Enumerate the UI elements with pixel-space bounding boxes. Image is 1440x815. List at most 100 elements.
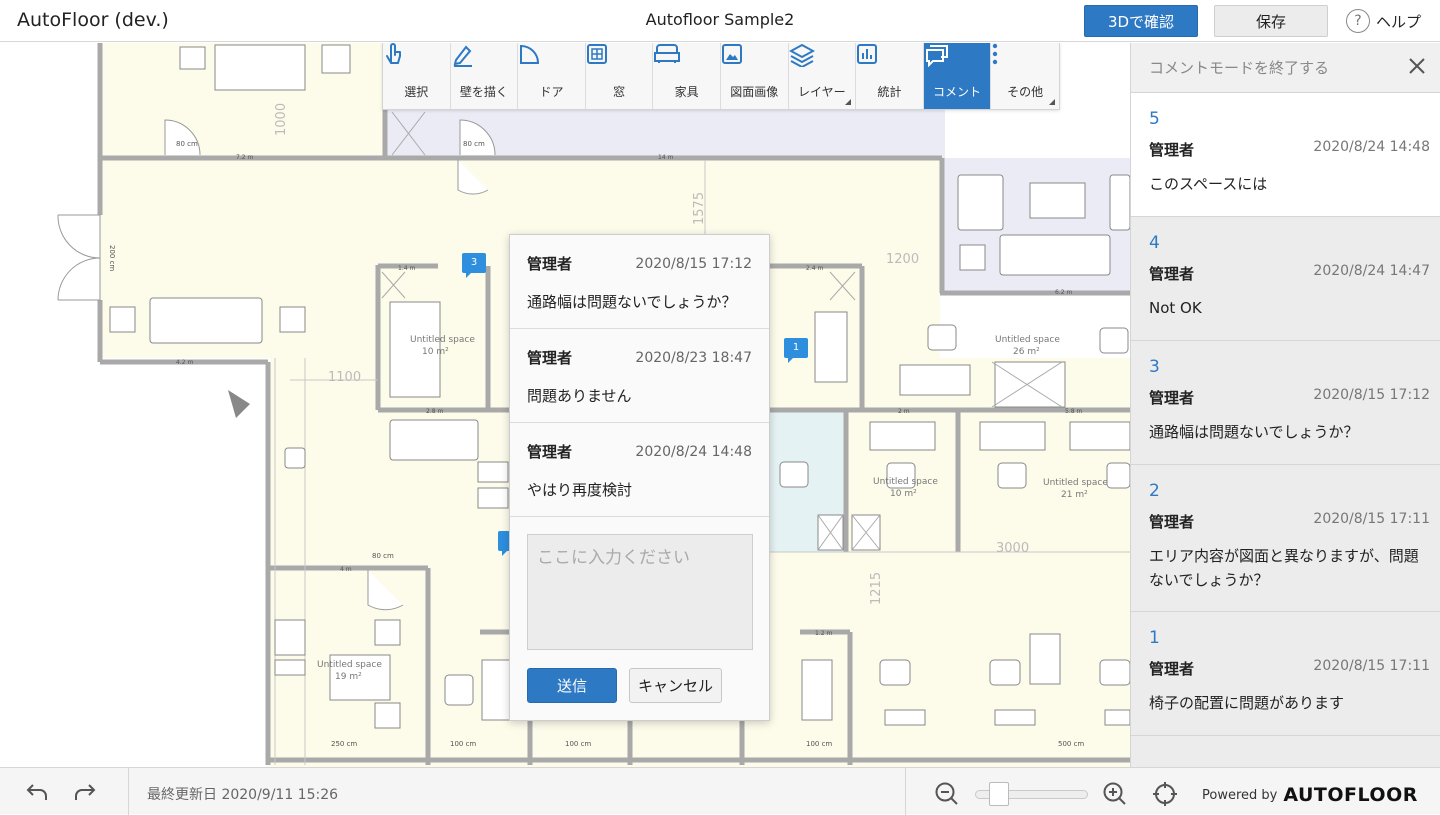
comment-number: 2	[1149, 481, 1160, 501]
last-updated-text: 最終更新日 2020/9/11 15:26	[147, 787, 339, 803]
svg-text:80 cm: 80 cm	[463, 140, 485, 148]
tool-palette: 選択 壁を描く ドア 窓 家具 図面画像 レイヤー 統計 コメント その他	[382, 43, 1060, 110]
svg-text:Untitled space: Untitled space	[873, 477, 938, 487]
comment-author: 管理者	[1149, 141, 1195, 159]
help-label: ヘルプ	[1376, 12, 1422, 31]
comment-text: 通路幅は問題ないでしょうか？	[1149, 423, 1359, 441]
svg-text:2 m: 2 m	[898, 408, 910, 415]
tool-label: コメント	[933, 84, 982, 99]
svg-text:7.2 m: 7.2 m	[236, 154, 253, 161]
comment-date: 2020/8/24 14:48	[635, 443, 752, 460]
svg-text:21 m²: 21 m²	[1061, 490, 1088, 500]
svg-text:Untitled space: Untitled space	[1043, 478, 1108, 488]
svg-text:1215: 1215	[869, 572, 884, 605]
svg-text:250 cm: 250 cm	[331, 740, 357, 748]
tool-more[interactable]: その他	[991, 43, 1059, 109]
comment-sidebar: コメントモードを終了する 5 管理者 2020/8/24 14:48 このスペー…	[1130, 43, 1440, 767]
comment-text: 椅子の配置に問題があります	[1149, 694, 1345, 712]
tool-comment[interactable]: コメント	[923, 43, 992, 109]
comment-text: やはり再度検討	[527, 481, 633, 499]
svg-text:3000: 3000	[996, 541, 1029, 556]
zoom-in-icon[interactable]	[1102, 781, 1128, 811]
comment-author: 管理者	[527, 443, 573, 461]
tool-label: 図面画像	[730, 84, 779, 99]
exit-comment-mode-label[interactable]: コメントモードを終了する	[1149, 57, 1329, 78]
svg-text:19 m²: 19 m²	[335, 672, 362, 682]
svg-text:10 m²: 10 m²	[890, 489, 917, 499]
comment-date: 2020/8/15 17:11	[1313, 511, 1430, 527]
comment-thread-popup: 管理者 2020/8/15 17:12 通路幅は問題ないでしょうか？ 管理者 2…	[509, 234, 770, 721]
svg-text:1.4 m: 1.4 m	[398, 265, 415, 272]
floorplan-canvas[interactable]: 80 cm 80 cm 80 cm 7.2 m 14 m 4.2 m 1.4 m…	[0, 43, 1130, 767]
send-button[interactable]: 送信	[527, 668, 617, 703]
help-link[interactable]: ? ヘルプ	[1346, 8, 1421, 34]
comment-number: 5	[1149, 109, 1160, 129]
svg-text:1.2 m: 1.2 m	[815, 630, 832, 637]
comment-list-item[interactable]: 1 管理者 2020/8/15 17:11 椅子の配置に問題があります	[1131, 612, 1440, 736]
tool-label: レイヤー	[798, 84, 846, 99]
reply-input[interactable]	[527, 534, 753, 650]
comment-author: 管理者	[1149, 389, 1195, 407]
svg-text:1200: 1200	[886, 252, 919, 267]
tool-label: ドア	[539, 84, 564, 99]
tool-label: 家具	[674, 84, 699, 99]
svg-text:Untitled space: Untitled space	[995, 335, 1060, 345]
submenu-corner-icon	[1048, 99, 1055, 105]
tool-layers[interactable]: レイヤー	[788, 43, 857, 109]
comment-text: 問題ありません	[527, 387, 632, 405]
comment-date: 2020/8/23 18:47	[635, 349, 752, 366]
svg-text:Untitled space: Untitled space	[317, 660, 382, 670]
tool-furniture[interactable]: 家具	[653, 43, 721, 109]
tool-label: 選択	[404, 84, 429, 99]
comment-text: エリア内容が図面と異なりますが、問題ないでしょうか？	[1149, 547, 1419, 589]
powered-by: Powered by AUTOFLOOR	[1202, 784, 1418, 806]
comment-author: 管理者	[527, 255, 573, 273]
exit-comment-mode-bar[interactable]: コメントモードを終了する	[1131, 43, 1440, 93]
comment-number: 1	[1149, 628, 1160, 648]
svg-text:100 cm: 100 cm	[806, 740, 832, 748]
comment-date: 2020/8/24 14:47	[1313, 263, 1430, 279]
thread-comment: 管理者 2020/8/15 17:12 通路幅は問題ないでしょうか？	[510, 235, 769, 329]
comment-list-item[interactable]: 5 管理者 2020/8/24 14:48 このスペースには	[1131, 93, 1440, 217]
tool-label: 統計	[877, 84, 902, 99]
tool-draw-wall[interactable]: 壁を描く	[451, 43, 519, 109]
svg-text:1000: 1000	[274, 103, 289, 136]
submenu-corner-icon	[845, 99, 852, 105]
comment-list-item[interactable]: 2 管理者 2020/8/15 17:11 エリア内容が図面と異なりますが、問題…	[1131, 465, 1440, 612]
undo-icon[interactable]	[24, 780, 50, 804]
comment-list-item[interactable]: 4 管理者 2020/8/24 14:47 Not OK	[1131, 217, 1440, 341]
redo-icon[interactable]	[72, 780, 98, 804]
comment-pin-1[interactable]: 1	[784, 338, 808, 363]
tool-statistics[interactable]: 統計	[856, 43, 924, 109]
svg-text:5.8 m: 5.8 m	[1065, 408, 1082, 415]
app-title: AutoFloor (dev.)	[17, 9, 169, 31]
tool-window[interactable]: 窓	[586, 43, 654, 109]
comment-author: 管理者	[1149, 265, 1195, 283]
zoom-slider-thumb[interactable]	[988, 782, 1009, 806]
comment-author: 管理者	[527, 349, 573, 367]
svg-text:80 cm: 80 cm	[372, 552, 394, 560]
help-icon: ?	[1346, 9, 1370, 33]
divider	[128, 768, 129, 815]
svg-text:200 cm: 200 cm	[108, 245, 116, 271]
tool-door[interactable]: ドア	[518, 43, 586, 109]
comment-list-item[interactable]: 3 管理者 2020/8/15 17:12 通路幅は問題ないでしょうか？	[1131, 341, 1440, 465]
thread-comment: 管理者 2020/8/24 14:48 やはり再度検討	[510, 423, 769, 517]
cancel-button[interactable]: キャンセル	[629, 668, 722, 703]
tool-floor-image[interactable]: 図面画像	[721, 43, 789, 109]
recenter-icon[interactable]	[1152, 781, 1178, 811]
comment-text: Not OK	[1149, 299, 1202, 317]
svg-text:6.2 m: 6.2 m	[1055, 289, 1072, 296]
svg-text:26 m²: 26 m²	[1013, 347, 1040, 357]
status-bar: 最終更新日 2020/9/11 15:26 Powered by AUTOFLO…	[0, 767, 1440, 815]
save-button[interactable]: 保存	[1214, 5, 1328, 37]
close-icon[interactable]	[1408, 57, 1426, 79]
comment-text: このスペースには	[1149, 175, 1268, 193]
tool-select[interactable]: 選択	[383, 43, 451, 109]
svg-text:1100: 1100	[328, 370, 361, 385]
svg-text:Untitled space: Untitled space	[410, 335, 475, 345]
comment-pin-3[interactable]: 3	[462, 253, 486, 278]
view-3d-button[interactable]: 3Dで確認	[1084, 5, 1198, 37]
zoom-out-icon[interactable]	[934, 781, 960, 811]
comment-date: 2020/8/15 17:11	[1313, 658, 1430, 674]
